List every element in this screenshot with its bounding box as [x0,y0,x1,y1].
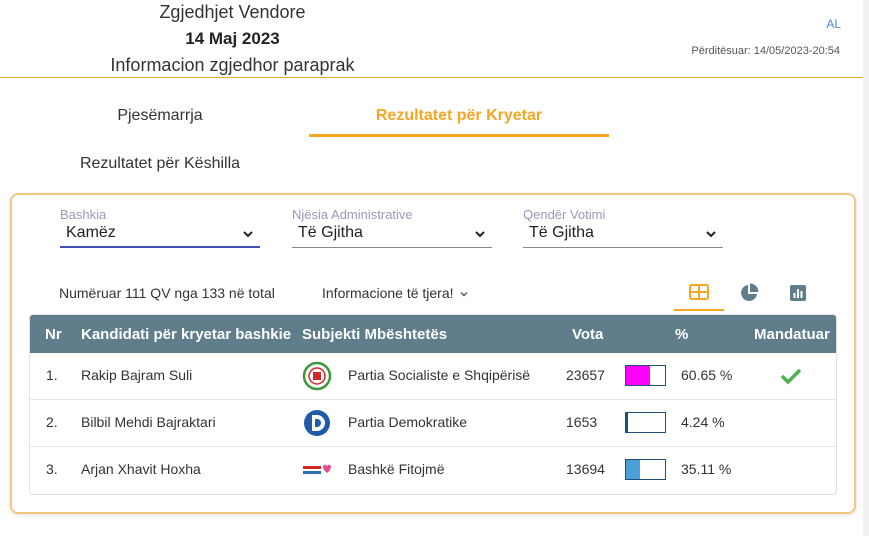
table-row: 2. Bilbil Mehdi Bajraktari Partia Demokr… [30,400,836,447]
bf-logo-icon [303,464,331,474]
more-info-label: Informacione të tjera! [322,285,454,301]
col-party: Subjekti Mbështetës [302,326,448,343]
chevron-down-icon [706,231,716,238]
election-title: Zgjedhjet Vendore [159,2,306,22]
vote-share-fill [626,413,628,432]
counted-stations: Numëruar 111 QV nga 133 në total [59,285,275,301]
tab-participation[interactable]: Pjesëmarrja [60,107,260,125]
admin-unit-value: Të Gjitha [298,224,363,241]
table-icon [689,284,709,300]
election-subtitle: Informacion zgjedhor paraprak [110,55,355,75]
more-info-toggle[interactable]: Informacione të tjera! [322,285,468,301]
voting-center-label: Qendër Votimi [523,207,606,222]
row-votes: 1653 [566,414,598,430]
vote-share-fill [626,366,650,385]
voting-center-value: Të Gjitha [529,224,594,241]
row-nr: 2. [46,414,58,430]
language-switch[interactable]: AL [826,17,841,31]
last-updated: Përditësuar: 14/05/2023-20:54 [691,45,840,57]
col-nr: Nr [45,326,62,343]
table-header: Nr Kandidati për kryetar bashkie Subjekt… [30,315,836,353]
municipality-label: Bashkia [60,207,107,222]
tab-bar: Pjesëmarrja Rezultatet për Kryetar Rezul… [0,96,863,186]
col-candidate: Kandidati për kryetar bashkie [81,326,292,343]
pie-chart-icon [741,283,759,301]
tab-council-results[interactable]: Rezultatet për Këshilla [60,155,260,173]
row-party: Partia Socialiste e Shqipërisë [348,367,531,383]
municipality-value: Kamëz [66,224,116,241]
col-percent: % [675,326,689,343]
row-nr: 3. [46,461,58,477]
vote-share-fill [626,460,640,479]
row-candidate: Bilbil Mehdi Bajraktari [81,414,216,430]
row-party: Partia Demokratike [348,414,468,430]
chevron-down-icon [243,231,253,238]
results-card: Bashkia Kamëz Njësia Administrative Të G… [10,193,856,514]
vote-share-bar [625,412,666,433]
row-candidate: Arjan Xhavit Hoxha [81,461,201,477]
tab-mayor-results[interactable]: Rezultatet për Kryetar [309,107,609,137]
checkmark-icon [780,368,802,385]
row-percent: 35.11 % [681,461,732,477]
bar-chart-icon [790,285,806,301]
page-scrollbar[interactable] [863,0,869,536]
pie-view-button[interactable] [724,275,774,311]
vote-share-bar [625,459,666,480]
admin-unit-filter: Njësia Administrative Të Gjitha [292,207,492,248]
election-date: 14 Maj 2023 [185,29,280,48]
ps-logo-icon [302,361,332,391]
results-table: Nr Kandidati për kryetar bashkie Subjekt… [29,314,837,495]
row-percent: 4.24 % [681,414,725,430]
row-votes: 13694 [566,461,605,477]
table-view-button[interactable] [674,275,724,311]
col-votes: Vota [572,326,604,343]
pd-logo-icon [304,410,330,436]
bar-view-button[interactable] [773,275,823,311]
row-candidate: Rakip Bajram Suli [81,367,193,383]
voting-center-filter: Qendër Votimi Të Gjitha [523,207,723,248]
page-header: Zgjedhjet Vendore 14 Maj 2023 Informacio… [0,0,863,78]
chevron-down-icon [475,231,485,238]
admin-unit-select[interactable]: Të Gjitha [292,224,492,248]
row-nr: 1. [46,367,58,383]
voting-center-select[interactable]: Të Gjitha [523,224,723,248]
row-party: Bashkë Fitojmë [348,461,445,477]
table-row: 3. Arjan Xhavit Hoxha Bashkë Fitojmë 136… [30,447,836,494]
col-mandate: Mandatuar [754,326,830,343]
municipality-filter: Bashkia Kamëz [60,207,260,248]
row-votes: 23657 [566,367,605,383]
vote-share-bar [625,365,666,386]
row-percent: 60.65 % [681,367,733,383]
chevron-down-icon [460,292,468,297]
table-row: 1. Rakip Bajram Suli Partia Socialiste e… [30,353,836,400]
admin-unit-label: Njësia Administrative [292,207,413,222]
municipality-select[interactable]: Kamëz [60,224,260,248]
